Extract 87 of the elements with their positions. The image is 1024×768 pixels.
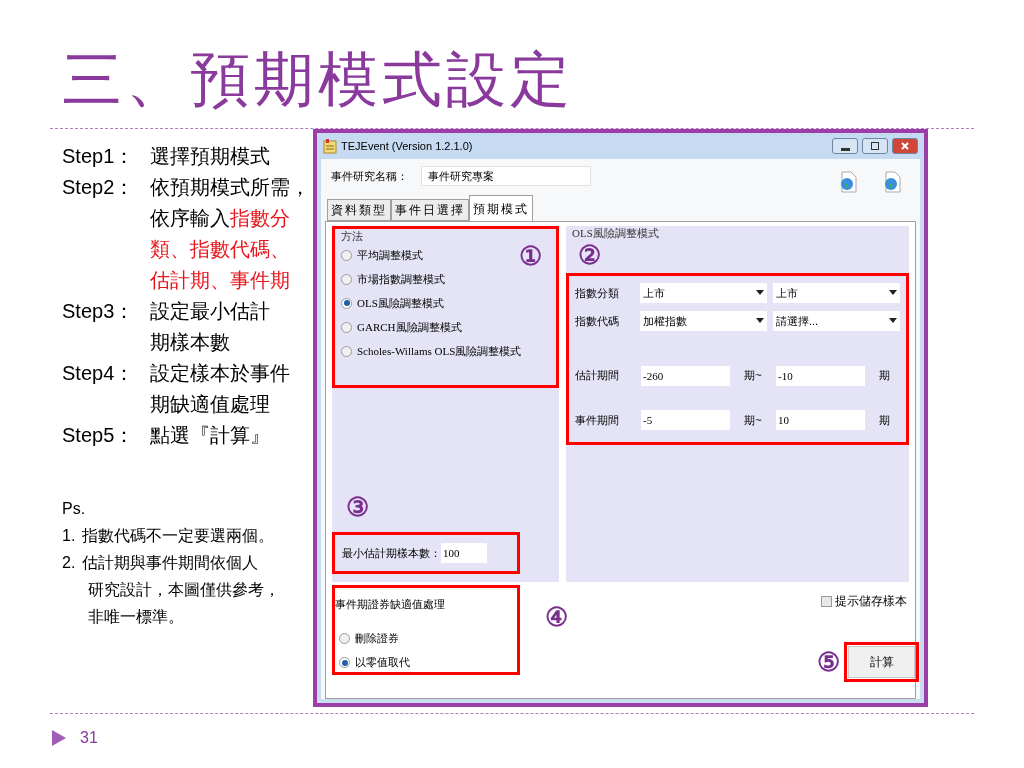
globe-document-icon[interactable] — [838, 171, 858, 193]
note-number: 2. — [62, 553, 77, 573]
step-text: 設定樣本於事件 — [150, 361, 290, 386]
tab[interactable]: 資料類型 — [327, 199, 391, 221]
radio-label: Scholes-Willams OLS風險調整模式 — [357, 343, 522, 359]
step-text: 類、指數代碼、 — [150, 237, 291, 262]
radio-button[interactable] — [341, 297, 352, 309]
close-button[interactable] — [892, 138, 918, 154]
step-text: 選擇預期模式 — [150, 144, 270, 169]
step-text: 設定最小估計 — [150, 299, 270, 324]
group-title: 方法 — [341, 229, 363, 243]
radio-button[interactable] — [341, 345, 352, 357]
field-label: 事件研究名稱： — [331, 168, 409, 184]
checkbox-label: 提示儲存樣本 — [835, 593, 907, 610]
group-title: OLS風險調整模式 — [572, 226, 659, 240]
close-icon — [901, 142, 909, 150]
radio-label: 市場指數調整模式 — [357, 271, 445, 287]
field-label: 最小估計期樣本數： — [342, 545, 441, 561]
step-label: Step1： — [62, 144, 136, 169]
note-text: 估計期與事件期間依個人 — [82, 553, 258, 573]
radio-button[interactable] — [339, 657, 350, 668]
radio-label: 以零值取代 — [355, 655, 410, 671]
caret-icon — [756, 318, 764, 325]
dropdown[interactable]: 上市 — [640, 283, 767, 304]
step-text: 點選『計算』 — [150, 423, 270, 448]
step-number: ③ — [346, 492, 369, 522]
checkbox[interactable] — [821, 595, 832, 607]
field-label: 指數分類 — [575, 285, 620, 301]
minimize-icon — [840, 147, 850, 151]
input-field[interactable]: 事件研究專案 — [421, 166, 591, 186]
triangle-icon — [52, 730, 66, 746]
group-title: 事件期證券缺適值處理 — [335, 597, 445, 612]
app-icon — [323, 138, 337, 154]
step-label: Step2： — [62, 175, 136, 200]
step-text: 依預期模式所需， — [150, 175, 310, 200]
unit-label: 期 — [879, 368, 890, 384]
note-number: 1. — [62, 526, 77, 546]
radio-button[interactable] — [341, 321, 352, 333]
radio-label: OLS風險調整模式 — [357, 295, 444, 311]
step-text: 估計期、事件期 — [150, 268, 291, 293]
unit-label: 期 — [879, 412, 890, 428]
maximize-icon — [871, 142, 879, 150]
step-number: ② — [578, 240, 601, 270]
step-text: 期缺適值處理 — [150, 392, 271, 417]
step-number: ④ — [545, 602, 568, 632]
unit-label: 期~ — [743, 368, 763, 384]
caret-icon — [756, 290, 764, 297]
step-number: ① — [519, 241, 542, 271]
radio-label: GARCH風險調整模式 — [357, 319, 462, 335]
step-text: 期樣本數 — [150, 330, 231, 355]
radio-button[interactable] — [339, 633, 350, 644]
input-field[interactable]: -260 — [641, 365, 730, 386]
note-text: 指數代碼不一定要選兩個。 — [82, 526, 274, 546]
note-text: 研究設計，本圖僅供參考， — [87, 580, 280, 600]
radio-button[interactable] — [341, 249, 352, 261]
input-field[interactable]: -10 — [776, 365, 865, 386]
step-label: Step3： — [62, 299, 136, 324]
slide-title: 三、預期模式設定 — [62, 45, 574, 115]
radio-button[interactable] — [341, 273, 352, 285]
caret-icon — [889, 290, 897, 297]
step-text: 依序輸入指數分 — [150, 206, 291, 231]
page-number: 31 — [80, 728, 98, 748]
dropdown[interactable]: 上市 — [773, 283, 900, 304]
window-title: TEJEvent (Version 1.2.1.0) — [341, 138, 473, 154]
step-label: Step5： — [62, 423, 136, 448]
tab[interactable]: 預期模式 — [469, 195, 533, 221]
field-label: 事件期間 — [575, 412, 620, 428]
calculate-button[interactable]: 計算 — [848, 646, 915, 678]
globe-document-icon[interactable] — [882, 171, 902, 193]
note-text: 非唯一標準。 — [87, 607, 184, 627]
notes-heading: Ps. — [62, 499, 86, 519]
input-field[interactable]: 100 — [441, 543, 487, 563]
field-label: 指數代碼 — [575, 314, 620, 330]
radio-label: 平均調整模式 — [357, 247, 423, 263]
input-field[interactable]: -5 — [641, 409, 730, 430]
tab[interactable]: 事件日選擇 — [391, 199, 469, 221]
minimize-button[interactable] — [832, 138, 858, 154]
radio-label: 刪除證券 — [355, 631, 399, 647]
step-label: Step4： — [62, 361, 136, 386]
dropdown[interactable]: 加權指數 — [640, 311, 767, 332]
caret-icon — [889, 318, 897, 325]
unit-label: 期~ — [743, 412, 763, 428]
maximize-button[interactable] — [862, 138, 888, 154]
dropdown[interactable]: 請選擇... — [773, 311, 900, 332]
input-field[interactable]: 10 — [776, 409, 865, 430]
field-label: 估計期間 — [575, 368, 620, 384]
step-number: ⑤ — [817, 647, 840, 677]
